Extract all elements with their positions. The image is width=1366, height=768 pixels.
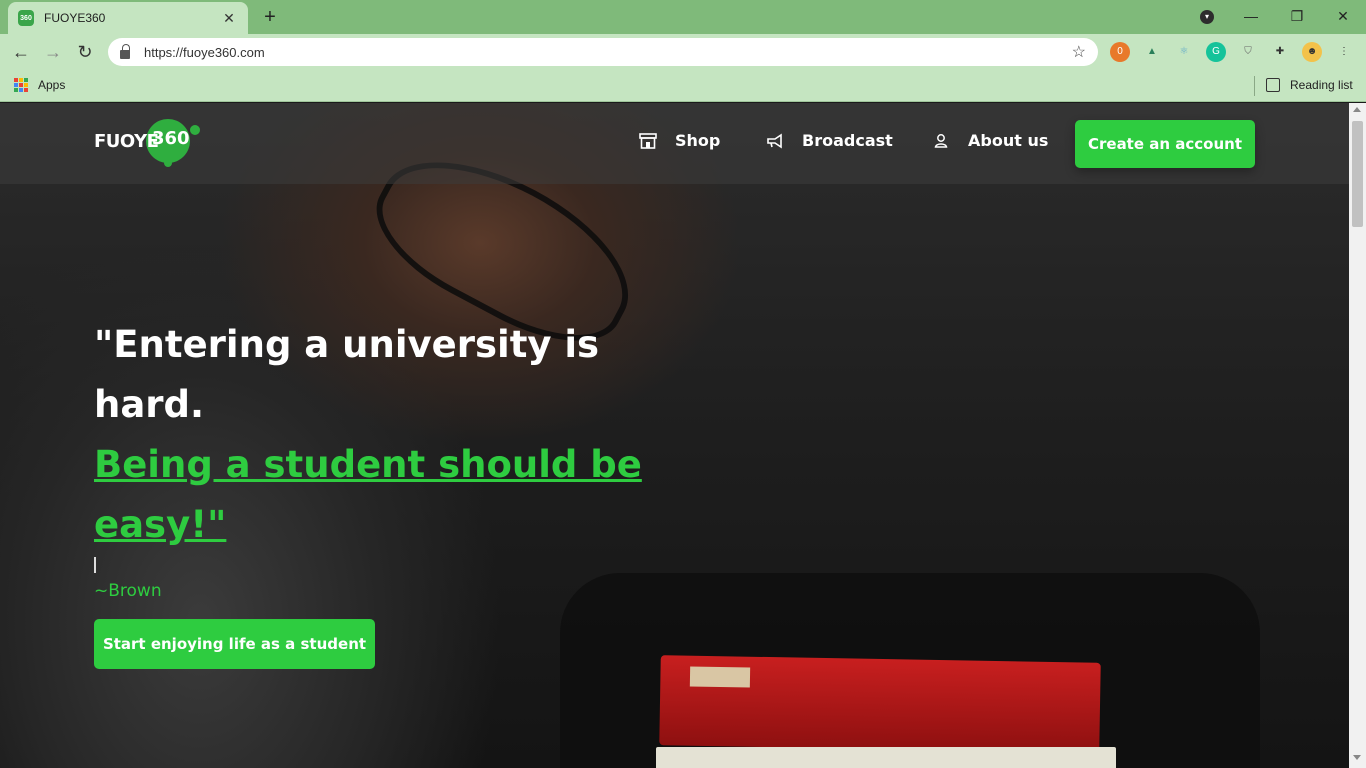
tab-title: FUOYE360 <box>44 11 106 25</box>
apps-bookmark[interactable]: Apps <box>38 78 65 92</box>
browser-tab[interactable]: 360 FUOYE360 ✕ <box>8 2 248 34</box>
site-favicon-icon: 360 <box>18 10 34 26</box>
logo-text: FUOYE <box>94 130 159 152</box>
site-navbar: FUOYE 360 Shop Broadcast About us Create… <box>0 103 1349 184</box>
tab-search-icon[interactable]: ▾ <box>1200 10 1214 24</box>
forward-icon[interactable]: → <box>40 39 66 65</box>
scroll-thumb[interactable] <box>1352 121 1363 227</box>
store-icon <box>639 132 657 150</box>
page-scrollbar[interactable] <box>1349 103 1366 768</box>
apps-grid-icon[interactable] <box>14 78 28 92</box>
browser-tabstrip: 360 FUOYE360 ✕ + ▾ — ❐ ✕ <box>0 0 1366 34</box>
scroll-down-arrow-icon[interactable] <box>1353 755 1361 760</box>
start-enjoying-button[interactable]: Start enjoying life as a student <box>94 619 375 669</box>
bookmark-separator <box>1254 76 1255 96</box>
nav-about[interactable]: About us <box>932 131 1048 150</box>
typing-caret <box>94 557 96 573</box>
profile-avatar[interactable]: ☻ <box>1302 42 1322 62</box>
scroll-up-arrow-icon[interactable] <box>1353 107 1361 112</box>
lock-icon[interactable] <box>120 43 130 59</box>
browser-toolbar: ← → ↻ https://fuoye360.com ☆ 0 ▲ ⚛ G ⛉ ✚… <box>0 34 1366 70</box>
minimize-icon[interactable]: — <box>1228 4 1274 30</box>
reading-list-icon[interactable] <box>1266 78 1280 92</box>
megaphone-icon <box>766 132 784 150</box>
restore-icon[interactable]: ❐ <box>1274 4 1320 30</box>
shield-extension-icon[interactable]: ⛉ <box>1238 42 1258 62</box>
grammarly-icon[interactable]: G <box>1206 42 1226 62</box>
bookmark-star-icon[interactable]: ☆ <box>1072 42 1086 62</box>
background-book-label <box>689 666 751 688</box>
extension-badge-icon[interactable]: 0 <box>1110 42 1130 62</box>
reload-icon[interactable]: ↻ <box>72 39 98 65</box>
bookmarks-bar: Apps Reading list <box>0 70 1366 102</box>
url-text[interactable]: https://fuoye360.com <box>144 45 1072 60</box>
close-window-icon[interactable]: ✕ <box>1320 4 1366 30</box>
nav-shop-label: Shop <box>675 131 721 150</box>
browser-menu-icon[interactable]: ⋮ <box>1334 42 1354 62</box>
nav-shop[interactable]: Shop <box>639 131 720 150</box>
back-icon[interactable]: ← <box>8 39 34 65</box>
hero-quote: "Entering a university is hard. Being a … <box>94 315 694 555</box>
react-devtools-icon[interactable]: ⚛ <box>1174 42 1194 62</box>
logo-number: 360 <box>152 128 190 149</box>
logo-dot <box>190 125 200 135</box>
new-tab-button[interactable]: + <box>258 6 282 30</box>
nav-broadcast-label: Broadcast <box>802 131 893 150</box>
hero-section: FUOYE 360 Shop Broadcast About us Create… <box>0 103 1349 768</box>
reading-list-button[interactable]: Reading list <box>1290 78 1353 92</box>
vue-devtools-icon[interactable]: ▲ <box>1142 42 1162 62</box>
hero-quote-line2: Being a student should be easy!" <box>94 443 642 546</box>
site-logo[interactable]: FUOYE 360 <box>94 115 200 167</box>
quote-author: ~Brown <box>94 581 162 601</box>
nav-broadcast[interactable]: Broadcast <box>766 131 893 150</box>
extensions-puzzle-icon[interactable]: ✚ <box>1270 42 1290 62</box>
address-bar[interactable]: https://fuoye360.com ☆ <box>108 38 1098 66</box>
create-account-button[interactable]: Create an account <box>1075 120 1255 168</box>
hero-quote-line1: "Entering a university is hard. <box>94 323 600 426</box>
nav-about-label: About us <box>968 131 1049 150</box>
user-icon <box>932 132 950 150</box>
background-white-book <box>656 747 1116 768</box>
tab-close-icon[interactable]: ✕ <box>220 10 238 27</box>
